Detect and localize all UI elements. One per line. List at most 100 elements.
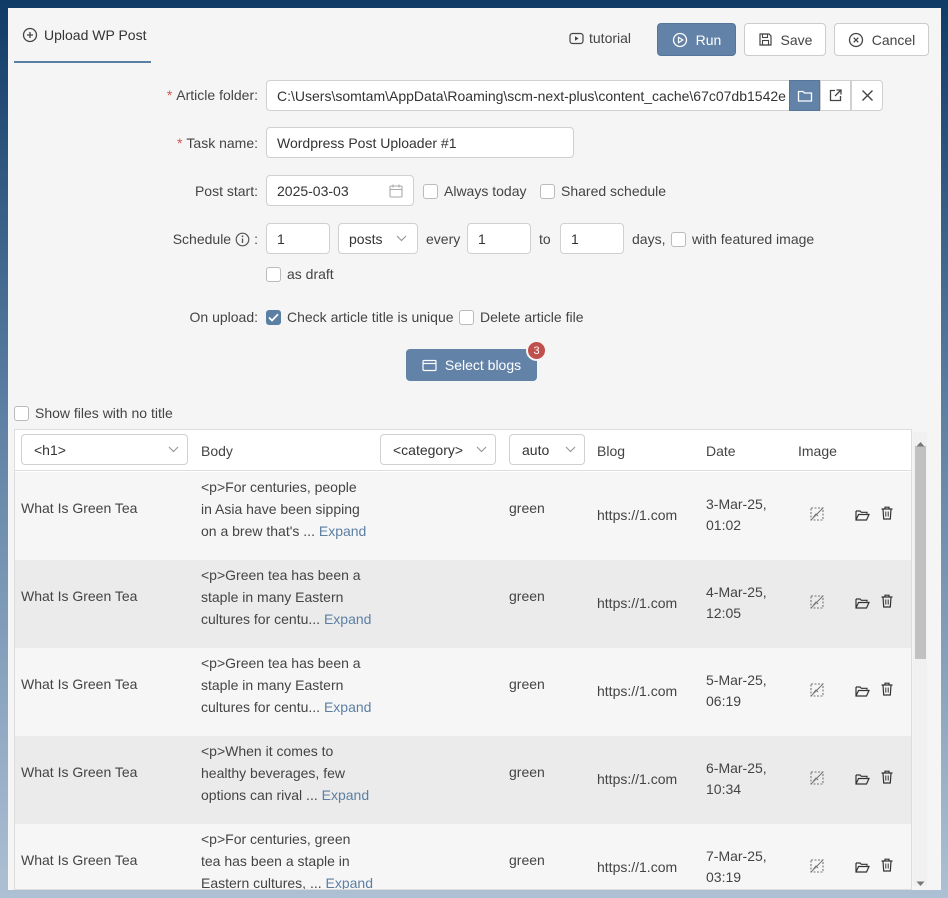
article-folder-input[interactable]: C:\Users\somtam\AppData\Roaming\scm-next…	[266, 80, 790, 111]
trash-icon[interactable]	[881, 770, 893, 787]
row-body-line-last: Eastern cultures, ... Expand	[201, 875, 373, 890]
row-date: 3-Mar-25, 01:02	[706, 496, 767, 533]
delete-article-file-checkbox[interactable]: Delete article file	[459, 309, 584, 325]
blog-column-header: Blog	[597, 443, 626, 459]
as-draft-checkbox[interactable]: as draft	[266, 266, 334, 282]
open-folder-external-button[interactable]	[820, 80, 851, 111]
row-date: 7-Mar-25, 03:19	[706, 848, 767, 885]
chevron-down-icon	[476, 446, 487, 453]
expand-link[interactable]: Expand	[322, 787, 369, 803]
title-column-select[interactable]: <h1>	[21, 434, 188, 465]
tutorial-link[interactable]: tutorial	[569, 30, 631, 46]
row-blog: https://1.com	[597, 859, 678, 875]
row-title: What Is Green Tea	[21, 852, 138, 868]
open-folder-icon[interactable]	[855, 684, 870, 700]
select-blogs-button[interactable]: Select blogs	[406, 349, 537, 381]
save-button[interactable]: Save	[744, 23, 826, 56]
plus-circle-icon	[22, 27, 38, 43]
table-row[interactable]: What Is Green Tea <p>Green tea has been a…	[15, 648, 911, 736]
row-body: <p>When it comes to healthy beverages, fe…	[201, 740, 381, 806]
open-folder-icon[interactable]	[855, 772, 870, 788]
article-folder-value: C:\Users\somtam\AppData\Roaming\scm-next…	[277, 87, 786, 104]
image-placeholder-icon[interactable]	[810, 771, 824, 788]
every-label: every	[426, 231, 461, 247]
image-placeholder-icon[interactable]	[810, 683, 824, 700]
post-start-date-input[interactable]: 2025-03-03	[266, 175, 414, 206]
info-icon[interactable]	[235, 232, 250, 247]
post-start-value: 2025-03-03	[277, 182, 349, 199]
image-placeholder-icon[interactable]	[810, 507, 824, 524]
row-tag: green	[509, 500, 545, 516]
close-icon	[861, 89, 874, 102]
delete-article-file-label: Delete article file	[480, 309, 584, 325]
category-column-value: <category>	[393, 441, 464, 458]
shared-schedule-checkbox[interactable]: Shared schedule	[540, 183, 666, 199]
show-no-title-box	[14, 405, 29, 421]
always-today-checkbox[interactable]: Always today	[423, 183, 526, 199]
save-label: Save	[780, 31, 813, 48]
schedule-to-input[interactable]: 1	[560, 223, 624, 254]
open-folder-icon[interactable]	[855, 508, 870, 524]
row-body-line: staple in many Eastern	[201, 589, 344, 605]
tab-upload-wp-post[interactable]: Upload WP Post	[14, 8, 151, 63]
image-placeholder-icon[interactable]	[810, 859, 824, 876]
play-circle-icon	[672, 32, 688, 48]
run-button[interactable]: Run	[657, 23, 736, 56]
tutorial-label: tutorial	[589, 30, 632, 46]
expand-link[interactable]: Expand	[326, 875, 373, 889]
browse-folder-button[interactable]	[789, 80, 820, 111]
table-scrollbar-thumb[interactable]	[915, 446, 926, 659]
scroll-up-arrow-icon[interactable]	[916, 434, 925, 450]
clear-folder-button[interactable]	[851, 80, 883, 111]
always-today-label: Always today	[444, 183, 527, 199]
row-body-line: healthy beverages, few	[201, 765, 345, 781]
task-name-label: * Task name:	[176, 135, 258, 151]
trash-icon[interactable]	[881, 682, 893, 699]
image-placeholder-icon[interactable]	[810, 595, 824, 612]
row-body-line: staple in many Eastern	[201, 677, 344, 693]
check-title-unique-checkbox[interactable]: Check article title is unique	[266, 309, 454, 325]
row-body-line: in Asia have been sipping	[201, 501, 360, 517]
featured-image-checkbox[interactable]: with featured image	[671, 231, 814, 247]
expand-link[interactable]: Expand	[319, 523, 366, 539]
open-folder-icon[interactable]	[855, 860, 870, 876]
always-today-box	[423, 183, 438, 199]
cancel-label: Cancel	[871, 31, 916, 48]
upload-wp-post-panel: Upload WP Post tutorial Run Save Cancel …	[8, 8, 941, 890]
schedule-to-value: 1	[571, 230, 579, 247]
task-name-value: Wordpress Post Uploader #1	[277, 134, 457, 151]
scroll-down-arrow-icon[interactable]	[916, 874, 925, 890]
table-row[interactable]: What Is Green Tea <p>For centuries, green…	[15, 824, 911, 890]
article-folder-label: * Article folder:	[166, 87, 258, 103]
schedule-from-input[interactable]: 1	[467, 223, 531, 254]
task-name-input[interactable]: Wordpress Post Uploader #1	[266, 127, 574, 158]
row-tag: green	[509, 852, 545, 868]
row-tag: green	[509, 588, 545, 604]
category-column-select[interactable]: <category>	[380, 434, 496, 465]
trash-icon[interactable]	[881, 858, 893, 875]
featured-image-label: with featured image	[692, 231, 815, 247]
row-body-line-last: options can rival ... Expand	[201, 787, 370, 803]
row-body-line: <p>When it comes to	[201, 743, 334, 759]
row-blog: https://1.com	[597, 771, 678, 787]
chevron-down-icon	[168, 446, 179, 453]
table-row[interactable]: What Is Green Tea <p>When it comes to heal…	[15, 736, 911, 824]
row-body-line-last: on a brew that's ... Expand	[201, 523, 367, 539]
open-folder-icon[interactable]	[855, 596, 870, 612]
expand-link[interactable]: Expand	[324, 611, 371, 627]
expand-link[interactable]: Expand	[324, 699, 371, 715]
trash-icon[interactable]	[881, 594, 893, 611]
shared-schedule-label: Shared schedule	[561, 183, 667, 199]
row-date: 4-Mar-25, 12:05	[706, 584, 767, 621]
row-title: What Is Green Tea	[21, 764, 138, 780]
cancel-button[interactable]: Cancel	[834, 23, 929, 56]
row-body-line: tea has been a staple in	[201, 853, 350, 869]
table-row[interactable]: What Is Green Tea <p>Green tea has been a…	[15, 560, 911, 648]
table-row[interactable]: What Is Green Tea <p>For centuries, peopl…	[15, 472, 911, 560]
trash-icon[interactable]	[881, 506, 893, 523]
show-no-title-checkbox[interactable]: Show files with no title	[14, 405, 173, 421]
tag-column-select[interactable]: auto	[509, 434, 585, 465]
schedule-count-input[interactable]: 1	[266, 223, 330, 254]
schedule-unit-select[interactable]: posts	[338, 223, 418, 254]
body-column-header: Body	[201, 443, 233, 459]
